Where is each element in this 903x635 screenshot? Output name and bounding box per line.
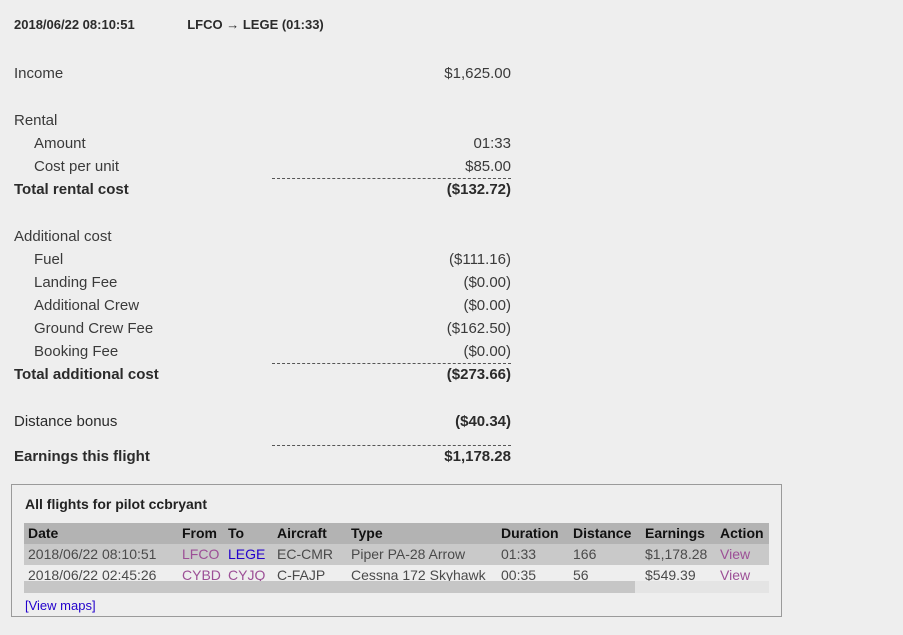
spacer-before-earnings [0,433,530,445]
column-header-date[interactable]: Date [24,523,178,544]
fuel-row: Fuel ($111.16) [0,248,530,271]
distance-bonus-value: ($40.34) [455,413,511,430]
ground-crew-fee-row: Ground Crew Fee ($162.50) [0,317,530,340]
ground-crew-fee-label: Ground Crew Fee [34,320,154,337]
column-header-action[interactable]: Action [716,523,769,544]
total-additional-value: ($273.66) [446,366,511,383]
landing-fee-label: Landing Fee [34,274,118,291]
additional-cost-label: Additional cost [14,228,112,245]
flights-table: Date From To Aircraft Type Duration Dist… [24,523,769,586]
income-row: Income $1,625.00 [0,62,530,85]
view-flight-link[interactable]: View [720,546,750,562]
summary-header: 2018/06/22 08:10:51 LFCO → LEGE (01:33) [0,12,530,38]
landing-fee-row: Landing Fee ($0.00) [0,271,530,294]
horizontal-scrollbar-thumb[interactable] [24,581,635,593]
spacer-after-header [0,38,530,62]
spacer-after-income [0,85,530,109]
earnings-label: Earnings this flight [14,448,150,465]
total-rental-value: ($132.72) [446,181,511,198]
spacer-after-rental [0,201,530,225]
flights-table-scroll-container[interactable]: Date From To Aircraft Type Duration Dist… [24,523,769,586]
rental-cost-per-unit-value: $85.00 [465,158,511,175]
cell-type: Piper PA-28 Arrow [347,544,497,565]
rental-amount-row: Amount 01:33 [0,132,530,155]
flight-earnings-summary: 2018/06/22 08:10:51 LFCO → LEGE (01:33) … [0,0,530,468]
booking-fee-row: Booking Fee ($0.00) [0,340,530,363]
cell-duration: 01:33 [497,544,569,565]
earnings-row: Earnings this flight $1,178.28 [0,445,530,468]
cell-action: View [716,544,769,565]
additional-cost-section-row: Additional cost [0,225,530,248]
ground-crew-fee-value: ($162.50) [446,320,511,337]
all-flights-panel: All flights for pilot ccbryant Date From… [11,484,782,617]
top-spacer [0,0,530,12]
booking-fee-value: ($0.00) [463,343,511,360]
all-flights-title: All flights for pilot ccbryant [25,496,208,512]
rental-amount-label: Amount [34,135,86,152]
flights-table-header-row: Date From To Aircraft Type Duration Dist… [24,523,769,544]
column-header-earnings[interactable]: Earnings [641,523,716,544]
income-label: Income [14,65,64,82]
horizontal-scrollbar[interactable] [24,581,769,593]
cell-from: LFCO [178,544,224,565]
landing-fee-value: ($0.00) [463,274,511,291]
from-airport-link[interactable]: LFCO [182,546,219,562]
rental-label: Rental [14,112,58,129]
distance-bonus-row: Distance bonus ($40.34) [0,410,530,433]
total-additional-label: Total additional cost [14,366,159,383]
cell-earnings: $1,178.28 [641,544,716,565]
table-row: 2018/06/22 08:10:51 LFCO LEGE EC-CMR Pip… [24,544,769,565]
cell-to: LEGE [224,544,273,565]
column-header-distance[interactable]: Distance [569,523,641,544]
column-header-aircraft[interactable]: Aircraft [273,523,347,544]
additional-crew-row: Additional Crew ($0.00) [0,294,530,317]
rental-section-row: Rental [0,109,530,132]
flight-route: LFCO → LEGE (01:33) [187,17,324,32]
additional-crew-value: ($0.00) [463,297,511,314]
additional-crew-label: Additional Crew [34,297,140,314]
column-header-type[interactable]: Type [347,523,497,544]
spacer-after-additional [0,386,530,410]
cell-distance: 166 [569,544,641,565]
view-maps-link[interactable]: [View maps] [25,598,96,613]
rental-cost-per-unit-label: Cost per unit [34,158,120,175]
to-airport-link[interactable]: LEGE [228,546,265,562]
cell-aircraft: EC-CMR [273,544,347,565]
income-value: $1,625.00 [444,65,511,82]
column-header-duration[interactable]: Duration [497,523,569,544]
fuel-label: Fuel [34,251,64,268]
cell-date: 2018/06/22 08:10:51 [24,544,178,565]
column-header-to[interactable]: To [224,523,273,544]
total-rental-row: Total rental cost ($132.72) [0,178,530,201]
rental-amount-value: 01:33 [473,135,511,152]
rental-cost-per-unit-row: Cost per unit $85.00 [0,155,530,178]
column-header-from[interactable]: From [178,523,224,544]
earnings-value: $1,178.28 [444,448,511,465]
total-additional-row: Total additional cost ($273.66) [0,363,530,386]
total-rental-label: Total rental cost [14,181,129,198]
fuel-value: ($111.16) [449,251,511,268]
distance-bonus-label: Distance bonus [14,413,118,430]
booking-fee-label: Booking Fee [34,343,119,360]
